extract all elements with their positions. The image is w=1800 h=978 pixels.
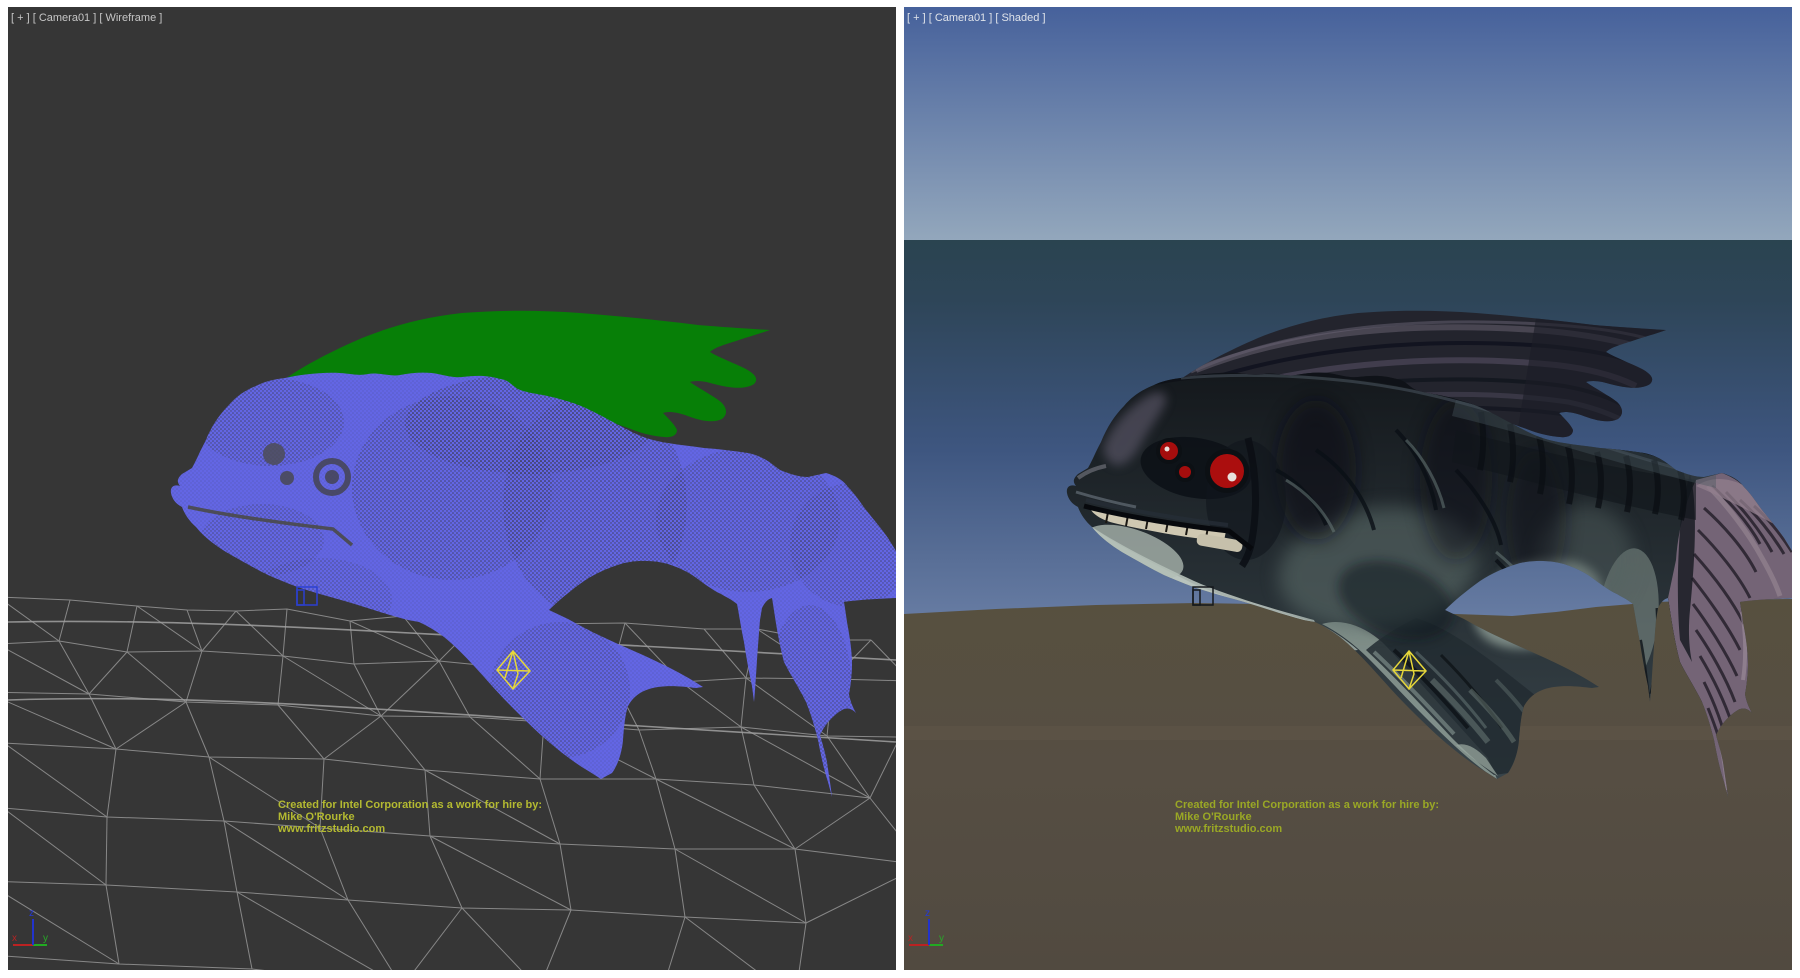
svg-text:z: z <box>925 908 930 919</box>
svg-text:x: x <box>12 933 17 944</box>
svg-text:Mike O'Rourke: Mike O'Rourke <box>278 811 355 823</box>
svg-text:x: x <box>908 933 913 944</box>
svg-text:Created for Intel Corporation: Created for Intel Corporation as a work … <box>278 799 542 811</box>
svg-text:[ + ] [ Camera01 ] [ Wireframe: [ + ] [ Camera01 ] [ Wireframe ] <box>11 12 162 24</box>
svg-text:[ + ] [ Camera01 ] [ Shaded ]: [ + ] [ Camera01 ] [ Shaded ] <box>907 12 1046 24</box>
svg-text:www.fritzstudio.com: www.fritzstudio.com <box>1174 823 1282 835</box>
svg-text:y: y <box>43 933 48 944</box>
svg-text:y: y <box>939 933 944 944</box>
svg-text:Mike O'Rourke: Mike O'Rourke <box>1175 811 1252 823</box>
svg-text:z: z <box>29 908 34 919</box>
svg-text:www.fritzstudio.com: www.fritzstudio.com <box>277 823 385 835</box>
svg-text:Created for Intel Corporation: Created for Intel Corporation as a work … <box>1175 799 1439 811</box>
